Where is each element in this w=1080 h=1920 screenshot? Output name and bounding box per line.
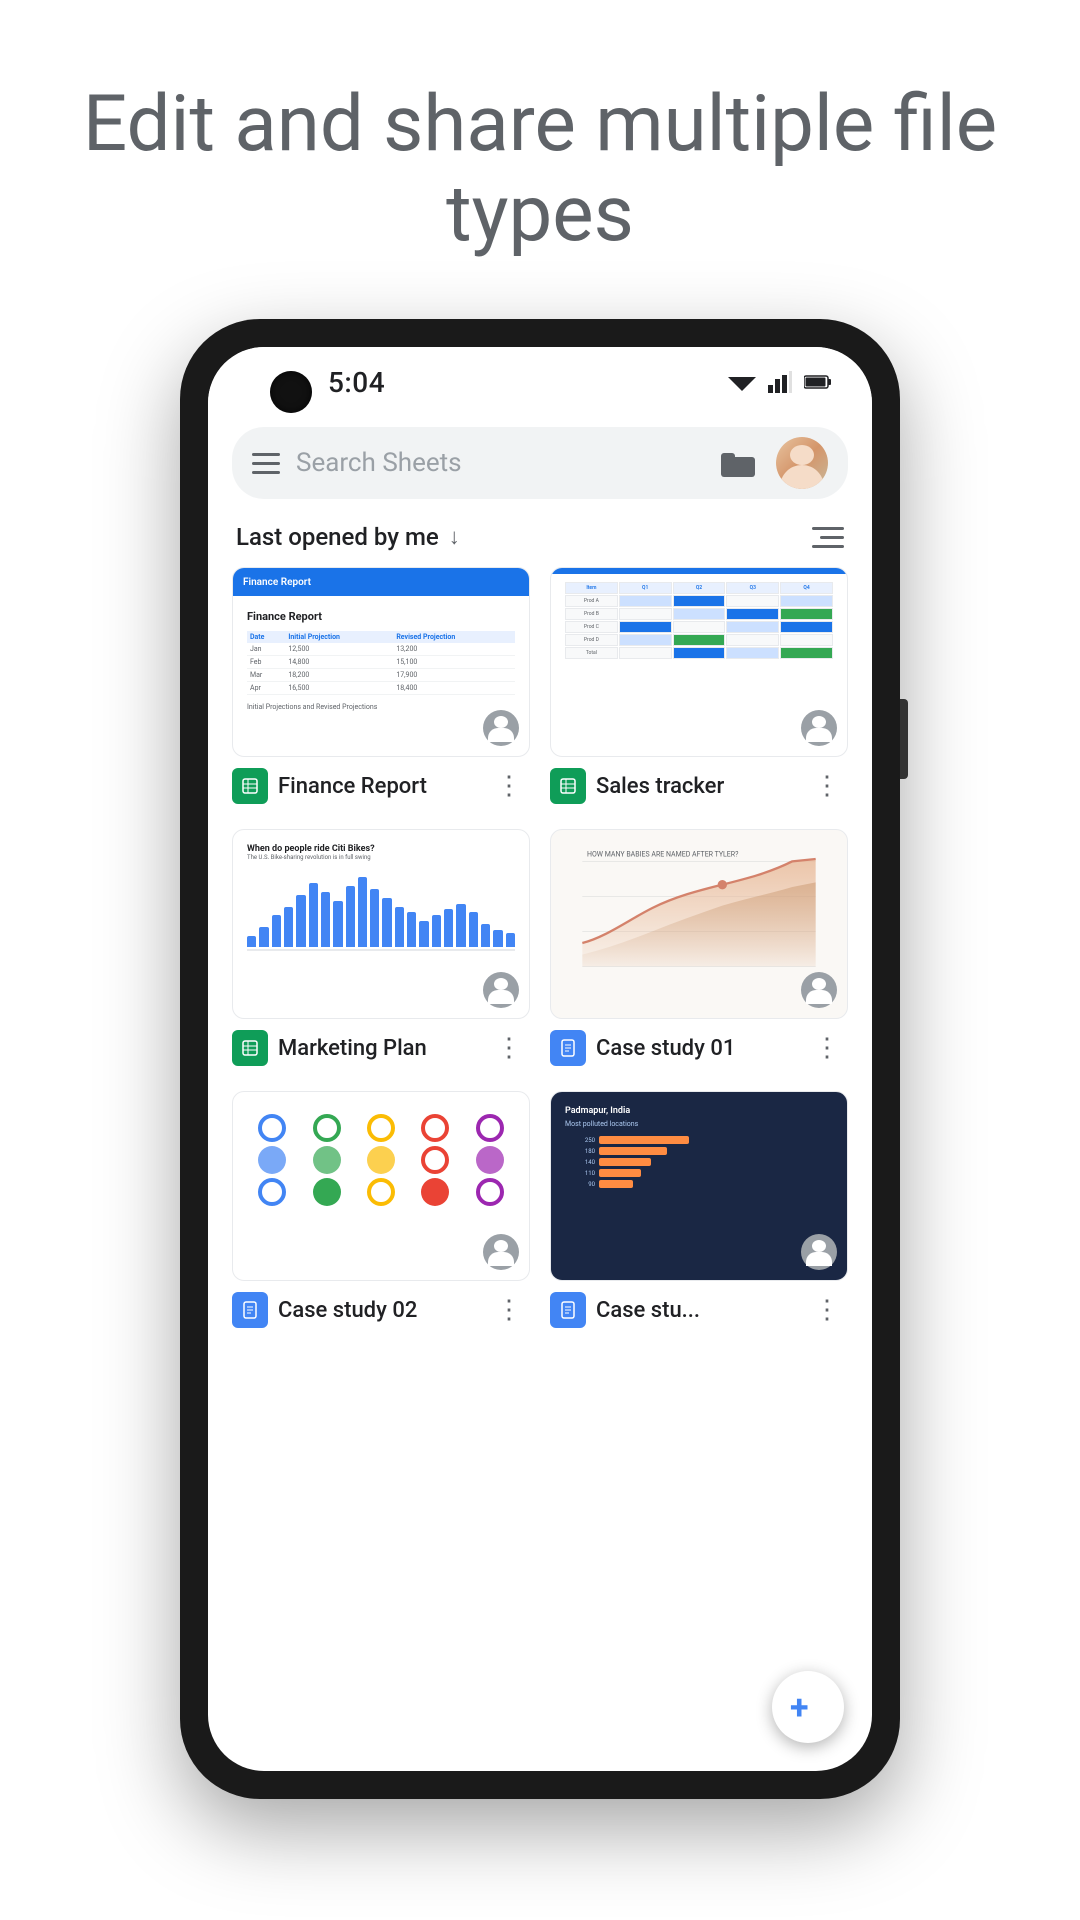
signal-icon (768, 371, 792, 393)
file-icon-docs-case02 (232, 1292, 268, 1328)
sort-text: Last opened by me (236, 523, 439, 551)
case-study-03-name: Case stu... (596, 1298, 796, 1323)
bar-chart-bar (284, 907, 293, 948)
sort-label[interactable]: Last opened by me ↓ (236, 523, 460, 551)
bar-chart-bar (506, 933, 515, 948)
file-meta-case03: Case stu... ⋮ (550, 1281, 848, 1333)
bar-chart-bar (272, 915, 281, 947)
file-item-marketing-plan[interactable]: When do people ride Citi Bikes? The U.S.… (232, 829, 530, 1071)
file-meta-finance: Finance Report ⋮ (232, 757, 530, 809)
file-meta-sales: Sales tracker ⋮ (550, 757, 848, 809)
shared-avatar-case03 (801, 1234, 837, 1270)
search-bar[interactable]: Search Sheets (232, 427, 848, 499)
case-study-02-name: Case study 02 (278, 1298, 478, 1323)
sales-tracker-more[interactable]: ⋮ (806, 767, 848, 805)
shared-avatar-case02 (483, 1234, 519, 1270)
shared-avatar-sales (801, 710, 837, 746)
files-grid: Finance Report Finance Report DateInitia… (208, 567, 872, 1333)
marketing-plan-thumbnail: When do people ride Citi Bikes? The U.S.… (232, 829, 530, 1019)
marketing-plan-name: Marketing Plan (278, 1036, 478, 1061)
google-plus-fab[interactable]: + (772, 1671, 844, 1743)
list-view-toggle[interactable] (812, 527, 844, 548)
file-item-case-study-01[interactable]: HOW MANY BABIES ARE NAMED AFTER TYLER? C… (550, 829, 848, 1071)
status-icons (728, 371, 832, 393)
case-study-03-more[interactable]: ⋮ (806, 1291, 848, 1329)
battery-icon (804, 374, 832, 390)
sales-tracker-thumbnail: Item Q1 Q2 Q3 Q4 Prod A Prod B (550, 567, 848, 757)
bar-chart-bar (456, 904, 465, 948)
search-input[interactable]: Search Sheets (296, 448, 700, 478)
sales-tracker-name: Sales tracker (596, 774, 796, 799)
bar-chart-bar (469, 912, 478, 947)
bar-chart-bar (346, 886, 355, 947)
file-icon-sheets-finance (232, 768, 268, 804)
file-item-sales-tracker[interactable]: Item Q1 Q2 Q3 Q4 Prod A Prod B (550, 567, 848, 809)
bar-chart-bar (296, 895, 305, 948)
shared-avatar-marketing (483, 972, 519, 1008)
list-line-1 (812, 527, 844, 530)
svg-text:HOW MANY BABIES ARE NAMED AFTE: HOW MANY BABIES ARE NAMED AFTER TYLER? (587, 851, 739, 859)
status-time: 5:04 (328, 366, 385, 399)
file-item-finance-report[interactable]: Finance Report Finance Report DateInitia… (232, 567, 530, 809)
bar-chart-bar (432, 915, 441, 947)
case-study-01-more[interactable]: ⋮ (806, 1029, 848, 1067)
bar-chart-bar (358, 877, 367, 947)
case01-chart-svg: HOW MANY BABIES ARE NAMED AFTER TYLER? (559, 838, 839, 978)
phone-screen: 5:04 (208, 347, 872, 1771)
bar-chart-bar (321, 892, 330, 947)
user-avatar[interactable] (776, 437, 828, 489)
file-icon-sheets-marketing (232, 1030, 268, 1066)
shared-avatar-case01 (801, 972, 837, 1008)
sort-arrow-icon: ↓ (449, 524, 460, 550)
file-meta-case01: Case study 01 ⋮ (550, 1019, 848, 1071)
finance-report-name: Finance Report (278, 774, 478, 799)
bar-chart-bar (407, 912, 416, 947)
file-icon-docs-case03 (550, 1292, 586, 1328)
bar-chart-bar (493, 930, 502, 948)
bar-chart-bar (444, 909, 453, 947)
case01-thumbnail: HOW MANY BABIES ARE NAMED AFTER TYLER? (550, 829, 848, 1019)
search-bar-container: Search Sheets (208, 417, 872, 515)
marketing-subtitle: The U.S. Bike-sharing revolution is in f… (247, 854, 515, 861)
file-meta-marketing: Marketing Plan ⋮ (232, 1019, 530, 1071)
file-item-case-study-03[interactable]: Padmapur, India Most polluted locations … (550, 1091, 848, 1333)
file-icon-sheets-sales (550, 768, 586, 804)
hero-title: Edit and share multiple file types (60, 80, 1020, 259)
hamburger-menu-icon[interactable] (252, 453, 280, 474)
finance-report-more[interactable]: ⋮ (488, 767, 530, 805)
google-plus-icon: + (788, 1687, 828, 1727)
marketing-doc-title: When do people ride Citi Bikes? (247, 844, 515, 854)
bar-chart-bar (419, 921, 428, 947)
marketing-plan-more[interactable]: ⋮ (488, 1029, 530, 1067)
bar-chart-bar (247, 936, 256, 948)
bar-chart-bar (395, 907, 404, 948)
folder-svg (721, 449, 755, 477)
finance-report-thumbnail: Finance Report Finance Report DateInitia… (232, 567, 530, 757)
shared-avatar-finance (483, 710, 519, 746)
phone-frame: 5:04 (180, 319, 900, 1799)
phone-wrapper: 5:04 (0, 299, 1080, 1799)
bar-chart-bar (481, 924, 490, 947)
list-line-2 (820, 536, 844, 539)
list-line-3 (812, 545, 844, 548)
case-study-01-name: Case study 01 (596, 1036, 796, 1061)
wifi-icon (728, 371, 756, 393)
bar-chart-bar (382, 898, 391, 948)
hero-section: Edit and share multiple file types (0, 0, 1080, 299)
sort-row: Last opened by me ↓ (208, 515, 872, 567)
case-study-02-more[interactable]: ⋮ (488, 1291, 530, 1329)
bar-chart-bar (259, 927, 268, 947)
file-icon-docs-case01 (550, 1030, 586, 1066)
bar-chart-bar (333, 901, 342, 948)
svg-text:+: + (790, 1688, 809, 1727)
status-bar: 5:04 (208, 347, 872, 417)
folder-icon[interactable] (716, 445, 760, 481)
case02-thumbnail (232, 1091, 530, 1281)
case03-thumbnail: Padmapur, India Most polluted locations … (550, 1091, 848, 1281)
file-meta-case02: Case study 02 ⋮ (232, 1281, 530, 1333)
bar-chart-bar (309, 883, 318, 947)
avatar-image (776, 437, 828, 489)
file-item-case-study-02[interactable]: Case study 02 ⋮ (232, 1091, 530, 1333)
bar-chart-bar (370, 889, 379, 947)
